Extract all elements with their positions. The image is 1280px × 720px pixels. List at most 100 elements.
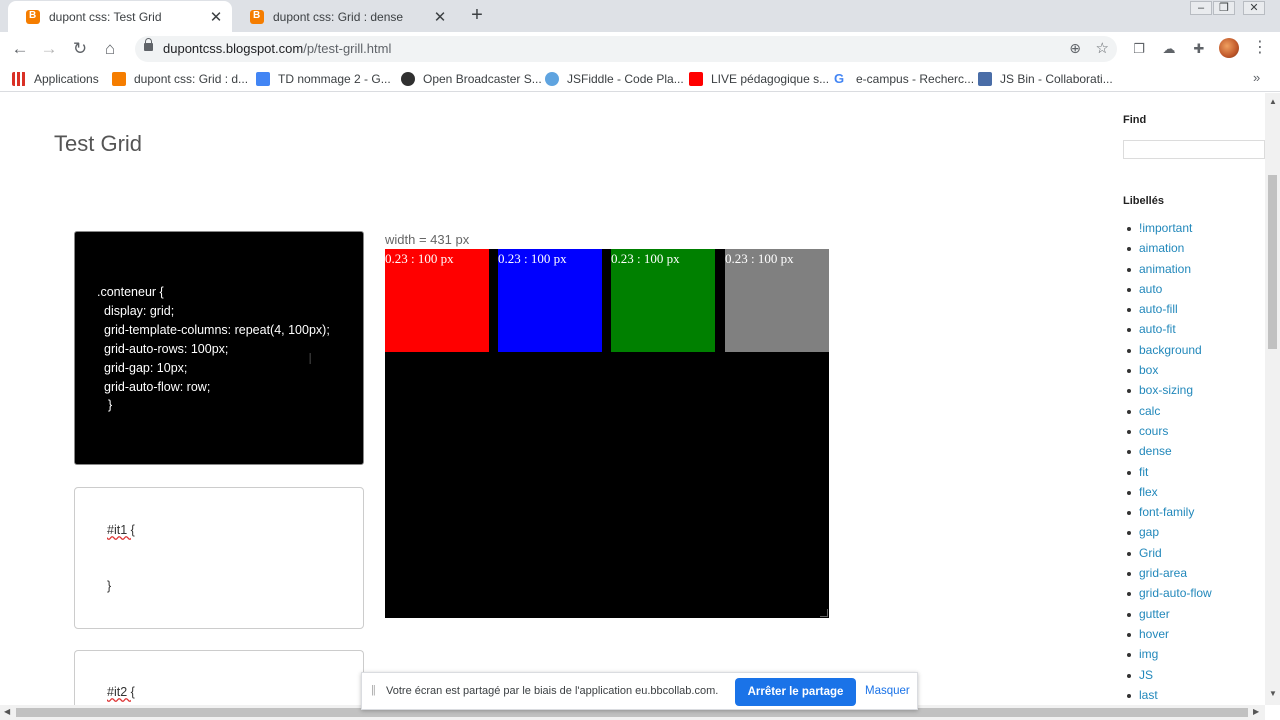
resize-handle-icon[interactable]: [820, 609, 828, 617]
bookmark-item[interactable]: Ge-campus - Recherc...: [834, 71, 974, 87]
css-editor-box[interactable]: .conteneur { display: grid; grid-templat…: [74, 231, 364, 465]
label-link[interactable]: img: [1127, 647, 1212, 667]
code-line: grid-auto-rows: 100px;: [104, 342, 229, 356]
labels-list: !important aimation animation auto auto-fill…: [1127, 221, 1212, 708]
label-link[interactable]: box-sizing: [1127, 383, 1212, 403]
bookmark-item[interactable]: JSFiddle - Code Pla...: [545, 71, 684, 87]
minimize-button[interactable]: –: [1190, 1, 1212, 15]
cloud-extension-icon[interactable]: ☁: [1160, 40, 1178, 58]
bookmarks-bar: Applications dupont css: Grid : d... TD …: [0, 66, 1280, 92]
drag-handle-icon[interactable]: ||: [371, 684, 376, 696]
youtube-icon: [689, 72, 703, 86]
bookmark-star-icon[interactable]: ☆: [1096, 39, 1109, 57]
label-link[interactable]: box: [1127, 363, 1212, 383]
item-rule-box-it1[interactable]: #it1 { }: [74, 487, 364, 629]
reload-icon[interactable]: ↻: [69, 38, 91, 60]
scroll-right-icon[interactable]: ▶: [1253, 707, 1259, 716]
label-link[interactable]: font-family: [1127, 505, 1212, 525]
bookmark-label: e-campus - Recherc...: [856, 72, 975, 86]
bookmark-item[interactable]: TD nommage 2 - G...: [256, 71, 391, 87]
label-link[interactable]: flex: [1127, 485, 1212, 505]
restore-button[interactable]: ❐: [1213, 1, 1235, 15]
label-link[interactable]: auto-fill: [1127, 302, 1212, 322]
close-icon[interactable]: ✕: [432, 8, 448, 26]
search-input[interactable]: [1123, 140, 1265, 159]
grid-item-label: 0.23 : 100 px: [611, 251, 680, 266]
code-line: }: [108, 398, 113, 412]
close-icon[interactable]: ✕: [208, 8, 224, 26]
scroll-up-icon[interactable]: ▲: [1269, 97, 1277, 106]
label-link[interactable]: fit: [1127, 465, 1212, 485]
bookmark-item[interactable]: JS Bin - Collaborati...: [978, 71, 1113, 87]
back-arrow-icon[interactable]: ←: [9, 38, 31, 60]
rule-close: }: [107, 579, 112, 593]
bookmark-item[interactable]: Applications: [12, 71, 99, 87]
label-link[interactable]: !important: [1127, 221, 1212, 241]
url-text[interactable]: dupontcss.blogspot.com/p/test-grill.html: [163, 41, 391, 56]
code-line: grid-auto-flow: row;: [104, 380, 211, 394]
bookmark-label: Open Broadcaster S...: [423, 72, 542, 86]
label-link[interactable]: cours: [1127, 424, 1212, 444]
grid-item-gray: 0.23 : 100 px: [725, 249, 829, 352]
label-link[interactable]: calc: [1127, 404, 1212, 424]
forward-arrow-icon[interactable]: →: [38, 38, 60, 60]
bookmark-label: dupont css: Grid : d...: [134, 72, 249, 86]
grid-item-blue: 0.23 : 100 px: [498, 249, 602, 352]
scroll-left-icon[interactable]: ◀: [4, 707, 10, 716]
screen-share-bar: || Votre écran est partagé par le biais …: [361, 672, 918, 710]
extension-icon[interactable]: ❐: [1130, 40, 1148, 58]
puzzle-extensions-icon[interactable]: ✚: [1190, 40, 1208, 58]
code-line: grid-gap: 10px;: [104, 361, 188, 375]
bookmark-item[interactable]: LIVE pédagogique s...: [689, 71, 829, 87]
zoom-icon[interactable]: ⊕: [1069, 40, 1081, 57]
rule-selector: #it2 {: [107, 685, 135, 699]
vertical-scrollbar[interactable]: ▲ ▼: [1265, 93, 1280, 705]
scroll-thumb[interactable]: [1268, 175, 1277, 349]
tab-grid-dense[interactable]: dupont css: Grid : dense ✕: [232, 1, 456, 32]
bookmarks-overflow-icon[interactable]: »: [1253, 70, 1260, 85]
stop-sharing-button[interactable]: Arrêter le partage: [735, 678, 856, 706]
bookmark-item[interactable]: Open Broadcaster S...: [401, 71, 542, 87]
bookmark-label: Applications: [34, 72, 99, 86]
docs-icon: [256, 72, 270, 86]
hide-button[interactable]: Masquer: [865, 685, 910, 697]
menu-kebab-icon[interactable]: ⋮: [1252, 39, 1268, 57]
address-bar[interactable]: dupontcss.blogspot.com/p/test-grill.html…: [135, 36, 1117, 62]
scroll-down-icon[interactable]: ▼: [1269, 689, 1277, 698]
grid-item-green: 0.23 : 100 px: [611, 249, 715, 352]
label-link[interactable]: background: [1127, 343, 1212, 363]
label-link[interactable]: grid-auto-flow: [1127, 586, 1212, 606]
code-line: .conteneur {: [97, 285, 164, 299]
rule-selector: #it1 {: [107, 523, 135, 537]
lock-icon: [144, 38, 153, 51]
label-link[interactable]: hover: [1127, 627, 1212, 647]
tab-title: dupont css: Test Grid: [49, 9, 162, 24]
browser-toolbar: ← → ↻ ⌂ dupontcss.blogspot.com/p/test-gr…: [0, 32, 1280, 66]
grid-item-label: 0.23 : 100 px: [385, 251, 454, 266]
page-title: Test Grid: [54, 131, 143, 156]
label-link[interactable]: animation: [1127, 262, 1212, 282]
obs-icon: [401, 72, 415, 86]
label-link[interactable]: aimation: [1127, 241, 1212, 261]
label-link[interactable]: JS: [1127, 668, 1212, 688]
label-link[interactable]: grid-area: [1127, 566, 1212, 586]
code-line: grid-template-columns: repeat(4, 100px);: [104, 323, 330, 337]
label-link[interactable]: auto-fit: [1127, 322, 1212, 342]
tab-test-grid[interactable]: dupont css: Test Grid ✕: [8, 1, 232, 32]
bookmark-item[interactable]: dupont css: Grid : d...: [112, 71, 248, 87]
bookmark-label: TD nommage 2 - G...: [278, 72, 391, 86]
new-tab-button[interactable]: +: [466, 4, 488, 26]
jsbin-icon: [978, 72, 992, 86]
grid-item-red: 0.23 : 100 px: [385, 249, 489, 352]
label-link[interactable]: dense: [1127, 444, 1212, 464]
label-link[interactable]: Grid: [1127, 546, 1212, 566]
blogger-icon: [112, 72, 126, 86]
profile-avatar[interactable]: [1219, 38, 1239, 58]
label-link[interactable]: gap: [1127, 525, 1212, 545]
google-icon: G: [834, 71, 845, 86]
home-icon[interactable]: ⌂: [99, 38, 121, 60]
text-cursor-icon: I: [308, 351, 313, 368]
window-close-button[interactable]: ✕: [1243, 1, 1265, 15]
label-link[interactable]: gutter: [1127, 607, 1212, 627]
label-link[interactable]: auto: [1127, 282, 1212, 302]
